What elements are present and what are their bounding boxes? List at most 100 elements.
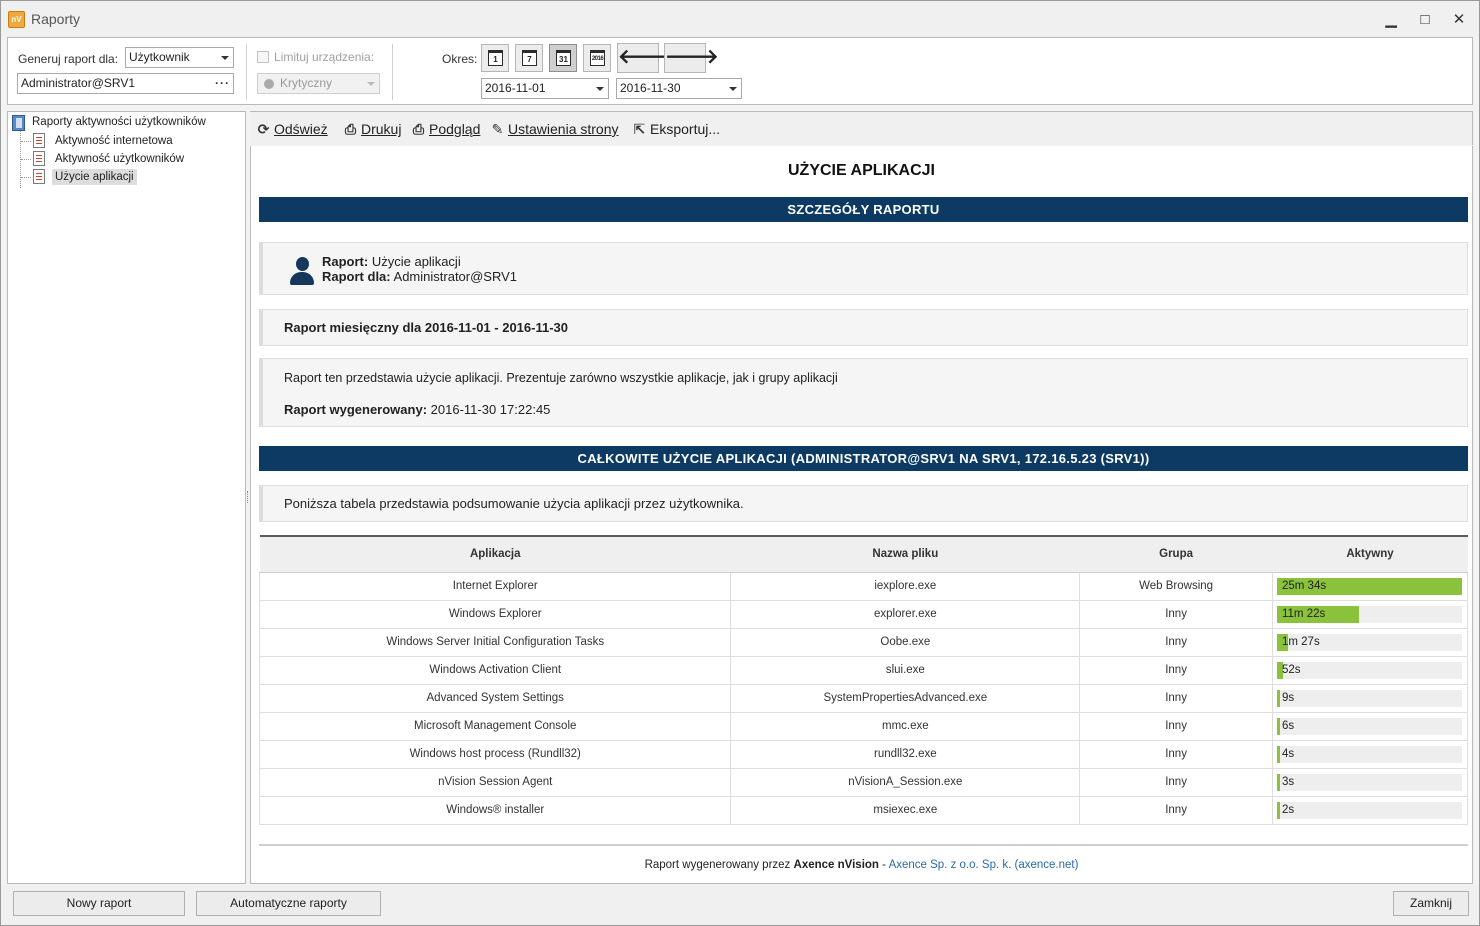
calendar-icon: 2016 xyxy=(590,50,605,66)
tree-item-label: Aktywność internetowa xyxy=(55,135,173,147)
refresh-label: Odśwież xyxy=(274,121,328,137)
chevron-down-icon xyxy=(221,56,229,60)
footer-divider xyxy=(259,844,1468,846)
active-time-bar: 52s xyxy=(1276,661,1462,679)
user-select-field[interactable]: Administrator@SRV1 ··· xyxy=(17,73,234,94)
date-from-picker[interactable]: 2016-11-01 xyxy=(481,78,609,99)
report-name-label: Raport: xyxy=(322,254,369,269)
cell-application: Microsoft Management Console xyxy=(258,712,732,741)
minimize-button[interactable]: ▁ xyxy=(1379,9,1403,31)
active-time-bar: 11m 22s xyxy=(1276,605,1462,623)
cell-group: Inny xyxy=(1079,684,1273,713)
limit-devices-label: Limituj urządzenia: xyxy=(274,50,375,64)
footer-link[interactable]: Axence Sp. z o.o. Sp. k. (axence.net) xyxy=(889,859,1079,871)
column-header-group: Grupa xyxy=(1079,536,1273,573)
footer-brand: Axence nVision xyxy=(793,859,879,871)
generated-line: Raport wygenerowany: 2016-11-30 17:22:45 xyxy=(284,402,550,417)
previous-period-button[interactable]: 🡐 xyxy=(617,43,672,73)
export-button[interactable]: ⇱ Eksportuj... xyxy=(632,121,720,138)
active-time-bar-fill xyxy=(1276,745,1280,763)
period-week-button[interactable]: 7 xyxy=(515,44,543,72)
page-setup-button[interactable]: ✎ Ustawienia strony xyxy=(490,121,619,138)
refresh-button[interactable]: ⟳ Odśwież xyxy=(256,121,328,138)
active-time-bar-fill xyxy=(1276,801,1280,819)
cell-application: Windows® installer xyxy=(258,796,732,825)
active-time-bar: 9s xyxy=(1276,689,1462,707)
total-usage-band: CAŁKOWITE UŻYCIE APLIKACJI (ADMINISTRATO… xyxy=(259,446,1468,471)
active-time-label: 2s xyxy=(1281,803,1295,816)
active-time-label: 6s xyxy=(1281,719,1295,732)
date-to-picker[interactable]: 2016-11-30 xyxy=(616,78,742,99)
refresh-icon: ⟳ xyxy=(257,121,270,137)
automatic-reports-button[interactable]: Automatyczne raporty xyxy=(196,891,381,916)
tree-connector xyxy=(21,177,31,178)
details-band: SZCZEGÓŁY RAPORTU xyxy=(259,197,1468,222)
calendar-month-number: 31 xyxy=(559,55,568,64)
table-row: Windows Explorer explorer.exe Inny 11m 22s xyxy=(258,600,1469,629)
cell-file-name: slui.exe xyxy=(730,656,1081,685)
footer-prefix: Raport wygenerowany przez xyxy=(644,859,791,871)
period-year-button[interactable]: 2016 xyxy=(583,44,611,72)
limit-devices-checkbox[interactable] xyxy=(257,51,269,63)
more-icon[interactable]: ··· xyxy=(215,74,230,93)
cell-group: Inny xyxy=(1079,600,1273,629)
arrow-right-icon: 🡒 xyxy=(665,46,719,68)
app-logo-icon: nV xyxy=(8,11,25,28)
filter-panel: Generuj raport dla: Użytkownik Administr… xyxy=(7,37,1473,105)
active-time-label: 4s xyxy=(1281,747,1295,760)
generated-value: 2016-11-30 17:22:45 xyxy=(430,402,551,417)
preview-button[interactable]: ⎙ Podgląd xyxy=(411,121,481,138)
date-from-value: 2016-11-01 xyxy=(485,81,546,95)
active-time-label: 9s xyxy=(1281,691,1295,704)
period-day-button[interactable]: 1 xyxy=(481,44,509,72)
cell-active: 2s xyxy=(1272,796,1469,825)
cell-application: Advanced System Settings xyxy=(258,684,732,713)
cell-active: 52s xyxy=(1272,656,1469,685)
cell-file-name: msiexec.exe xyxy=(730,796,1081,825)
cell-active: 6s xyxy=(1272,712,1469,741)
cell-active: 11m 22s xyxy=(1272,600,1469,629)
cell-application: Windows Activation Client xyxy=(258,656,732,685)
cell-group: Inny xyxy=(1079,768,1273,797)
criticality-dot-icon xyxy=(264,79,274,89)
table-row: Advanced System Settings SystemProperties… xyxy=(258,684,1469,713)
report-description: Raport ten przedstawia użycie aplikacji.… xyxy=(284,371,838,385)
close-window-button[interactable]: ✕ xyxy=(1447,9,1471,31)
report-document-icon xyxy=(33,151,45,166)
cell-group: Inny xyxy=(1079,628,1273,657)
report-for-label: Raport dla: xyxy=(322,269,391,284)
panel-splitter-handle[interactable] xyxy=(247,491,249,503)
cell-active: 25m 34s xyxy=(1272,572,1469,601)
table-intro-box: Poniższa tabela przedstawia podsumowanie… xyxy=(259,485,1468,522)
active-time-bar: 3s xyxy=(1276,773,1462,791)
period-month-button[interactable]: 31 xyxy=(549,44,577,72)
calendar-year-number: 2016 xyxy=(591,56,604,62)
calendar-week-number: 7 xyxy=(527,55,532,64)
preview-label: Podgląd xyxy=(429,121,481,137)
application-usage-table: Aplikacja Nazwa pliku Grupa Aktywny Inte… xyxy=(258,535,1469,825)
active-time-label: 25m 34s xyxy=(1281,579,1327,592)
description-box: Raport ten przedstawia użycie aplikacji.… xyxy=(259,358,1468,427)
next-period-button[interactable]: 🡒 xyxy=(664,43,719,73)
cell-file-name: rundll32.exe xyxy=(730,740,1081,769)
tree-connector xyxy=(21,159,31,160)
cell-group: Web Browsing xyxy=(1079,572,1273,601)
report-footer: Raport wygenerowany przez Axence nVision… xyxy=(251,859,1472,871)
close-button[interactable]: Zamknij xyxy=(1393,891,1469,916)
footer-dash: - xyxy=(882,859,886,871)
criticality-select[interactable]: Krytyczny xyxy=(257,73,380,94)
print-button[interactable]: ⎙ Drukuj xyxy=(343,121,402,138)
new-report-button[interactable]: Nowy raport xyxy=(13,891,185,916)
cell-group: Inny xyxy=(1079,740,1273,769)
maximize-button[interactable]: □ xyxy=(1413,9,1437,31)
table-row: Windows Server Initial Configuration Tas… xyxy=(258,628,1469,657)
table-row: Windows Activation Client slui.exe Inny 52s xyxy=(258,656,1469,685)
cell-file-name: nVisionA_Session.exe xyxy=(730,768,1081,797)
monthly-box: Raport miesięczny dla 2016-11-01 - 2016-… xyxy=(259,309,1468,346)
calendar-icon: 7 xyxy=(522,50,537,66)
tree-item-label: Użycie aplikacji xyxy=(52,169,137,185)
active-time-label: 52s xyxy=(1281,663,1301,676)
generate-for-select[interactable]: Użytkownik xyxy=(125,47,234,68)
active-time-bar: 1m 27s xyxy=(1276,633,1462,651)
table-row: Windows® installer msiexec.exe Inny 2s xyxy=(258,796,1469,825)
